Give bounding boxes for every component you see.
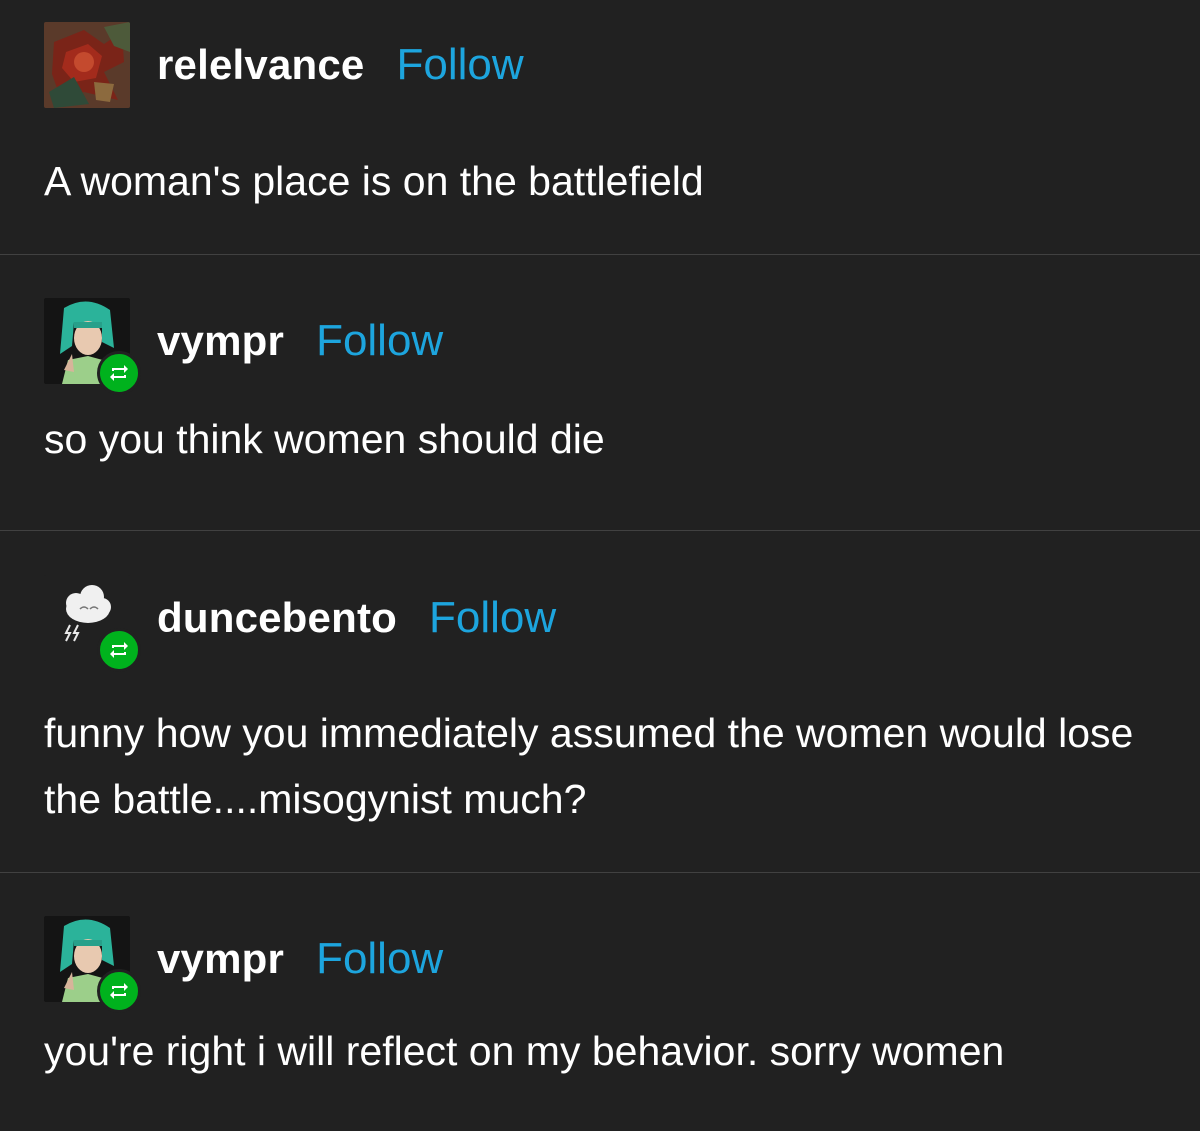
post-text: you're right i will reflect on my behavi…	[44, 1028, 1005, 1074]
post-relelvance: relelvance Follow A woman's place is on …	[0, 0, 1200, 254]
post-vympr: vympr Follow you're right i will reflect…	[0, 872, 1200, 1131]
reblog-badge	[97, 351, 141, 395]
reblog-badge	[97, 628, 141, 672]
avatar[interactable]	[44, 22, 130, 108]
username[interactable]: vympr	[157, 317, 284, 365]
follow-button[interactable]: Follow	[316, 316, 443, 366]
avatar[interactable]	[44, 916, 141, 1013]
post-header: vympr Follow	[44, 298, 443, 395]
avatar[interactable]	[44, 298, 141, 395]
username[interactable]: relelvance	[157, 41, 365, 89]
post-duncebento: duncebento Follow funny how you immediat…	[0, 530, 1200, 872]
post-header: vympr Follow	[44, 916, 443, 1013]
post-vympr: vympr Follow so you think women should d…	[0, 254, 1200, 530]
follow-button[interactable]: Follow	[316, 934, 443, 984]
post-text: funny how you immediately assumed the wo…	[44, 710, 1134, 822]
follow-button[interactable]: Follow	[397, 40, 524, 90]
follow-button[interactable]: Follow	[429, 593, 556, 643]
post-text: A woman's place is on the battlefield	[44, 158, 704, 204]
username[interactable]: duncebento	[157, 594, 397, 642]
post-header: relelvance Follow	[44, 22, 524, 108]
reblog-thread: relelvance Follow A woman's place is on …	[0, 0, 1200, 1131]
red-artwork-avatar-icon	[44, 22, 130, 108]
reblog-icon	[110, 983, 128, 999]
post-text: so you think women should die	[44, 416, 605, 462]
avatar[interactable]	[44, 575, 141, 672]
reblog-icon	[110, 365, 128, 381]
reblog-badge	[97, 969, 141, 1013]
username[interactable]: vympr	[157, 935, 284, 983]
reblog-icon	[110, 642, 128, 658]
post-header: duncebento Follow	[44, 575, 556, 672]
